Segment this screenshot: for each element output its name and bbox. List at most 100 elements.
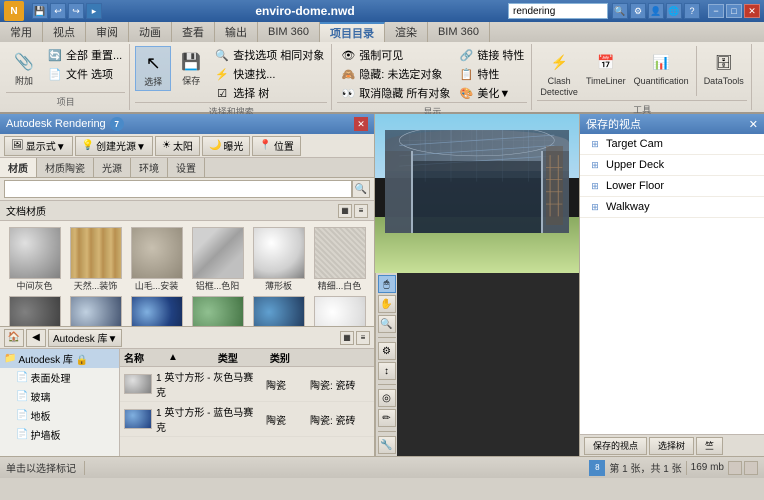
select-button[interactable]: ↖ 选择 [135,46,171,91]
qt-icon-4[interactable]: ▸ [86,3,102,19]
material-search-input[interactable] [4,180,352,198]
viewport[interactable] [375,114,579,273]
tool-select[interactable]: 🖱 [378,275,396,293]
qt-icon-1[interactable]: 💾 [32,3,48,19]
link-button[interactable]: 🔗 链接 特性 [455,46,527,64]
selection-tree-tab[interactable]: 选择树 [649,437,694,455]
minimize-button[interactable]: − [708,4,724,18]
saved-item-target-cam[interactable]: ⊞ Target Cam [580,134,764,155]
lib-list-button[interactable]: ≡ [356,331,370,345]
mat-item-0[interactable]: 中间灰色 [6,227,63,292]
mat-item-9[interactable]: 波纹...绿色 [189,296,246,326]
find-related-button[interactable]: 🔍 查找选项 相同对象 [211,46,327,64]
qt-icon-3[interactable]: ↪ [68,3,84,19]
mat-item-2[interactable]: 山毛...安装 [128,227,185,292]
properties-button[interactable]: 📋 特性 [455,65,527,83]
lib-tree-wall[interactable]: 📄 护墙板 [0,425,119,444]
search-btn[interactable]: 🔍 [612,3,628,19]
mat-item-5[interactable]: 精细...白色 [311,227,368,292]
saved-viewpoints-tab[interactable]: 保存的视点 [584,437,647,455]
exposure-button[interactable]: 🌙 曝光 [202,136,250,156]
tool-orbit[interactable]: ⚙ [378,342,396,360]
tab-environment[interactable]: 环境 [131,158,168,177]
lib-tree-autodesk[interactable]: 📁 Autodesk 库 🔒 [0,349,119,368]
lib-grid-button[interactable]: ▦ [340,331,354,345]
search-input[interactable] [508,3,608,19]
select-all-button[interactable]: ☑ 选择 树 [211,84,327,102]
mat-item-3[interactable]: 铝框...色阳 [189,227,246,292]
saved-panel-close[interactable]: ✕ [749,118,758,131]
save-select-button[interactable]: 💾 保存 [173,46,209,89]
saved-item-upper-deck[interactable]: ⊞ Upper Deck [580,155,764,176]
list-view-button[interactable]: ≡ [354,204,368,218]
tab-bim360[interactable]: BIM 360 [258,22,320,42]
mat-item-7[interactable]: 反射...白色 [67,296,124,326]
tab-shidian[interactable]: 视点 [43,22,86,42]
lib-dropdown-button[interactable]: Autodesk 库▼ [48,329,122,347]
tab-material-ceramic[interactable]: 材质陶瓷 [37,158,94,177]
tool-measure[interactable]: ◎ [378,389,396,407]
quick-find-button[interactable]: ⚡ 快速找... [211,65,327,83]
maximize-button[interactable]: □ [726,4,742,18]
tab-chakan[interactable]: 查看 [172,22,215,42]
rendering-panel-close[interactable]: ✕ [354,117,368,131]
grid-view-button[interactable]: ▦ [338,204,352,218]
tb-btn1[interactable]: ⚙ [630,3,646,19]
tab-settings[interactable]: 设置 [168,158,205,177]
datatools-button[interactable]: 🗄 DataTools [701,46,747,89]
qt-icon-2[interactable]: ↩ [50,3,66,19]
lib-home-button[interactable]: 🏠 [4,329,24,347]
location-button[interactable]: 📍 位置 [252,136,300,156]
mat-item-8[interactable]: 波状...蓝色 [128,296,185,326]
lib-tree-surface[interactable]: 📄 表面处理 [0,368,119,387]
mat-item-1[interactable]: 天然...装饰 [67,227,124,292]
mat-item-11[interactable]: 白色 [311,296,368,326]
attach-button[interactable]: 📎 附加 [6,46,42,89]
tab-shenhe[interactable]: 审阅 [86,22,129,42]
tab-bim360-2[interactable]: BIM 360 [428,22,490,42]
props-icon: 📋 [458,66,474,82]
lib-item-2[interactable]: 1 英寸方形 - 蓝色马赛克 陶瓷 陶瓷: 瓷砖 [120,402,374,437]
tab-xiangmu[interactable]: 项目目录 [320,22,385,42]
lib-tree-glass[interactable]: 📄 玻璃 [0,387,119,406]
tb-btn4[interactable]: ? [684,3,700,19]
hide-button[interactable]: 🙈 隐藏: 未选定对象 [337,65,453,83]
display-mode-button[interactable]: 🖼 显示式▼ [4,136,73,156]
material-search-button[interactable]: 🔍 [352,180,370,198]
tb-btn3[interactable]: 🌐 [666,3,682,19]
tool-redline[interactable]: ✏ [378,409,396,427]
mat-item-6[interactable]: 非标...灰色 [6,296,63,326]
quantification-button[interactable]: 📊 Quantification [631,46,692,89]
unhide-button[interactable]: 👀 取消隐藏 所有对象 [337,84,453,102]
saved-item-lower-floor[interactable]: ⊞ Lower Floor [580,176,764,197]
force-visible-button[interactable]: 👁 强制可见 [337,46,453,64]
tab-lighting[interactable]: 光源 [94,158,131,177]
saved-item-walkway[interactable]: ⊞ Walkway [580,197,764,218]
tab-changyon[interactable]: 常用 [0,22,43,42]
mat-item-4[interactable]: 薄形板 [250,227,307,292]
tb-btn2[interactable]: 👤 [648,3,664,19]
tool-walk[interactable]: ↕ [378,362,396,380]
file-options-button[interactable]: 📄 文件 选项 [44,65,125,83]
saved-viewpoints-list: ⊞ Target Cam ⊞ Upper Deck ⊞ Lower Floor … [580,134,764,434]
override-button[interactable]: 🎨 美化▼ [455,84,527,102]
display-label: 显示式▼ [26,138,66,153]
timeliner-button[interactable]: 📅 TimeLiner [583,46,629,89]
tool-pan[interactable]: ✋ [378,295,396,313]
reset-all-button[interactable]: 🔄 全部 重置... [44,46,125,64]
tool-zoom[interactable]: 🔍 [378,315,396,333]
lib-tree-floor[interactable]: 📄 地板 [0,406,119,425]
tool-section[interactable]: 🔧 [378,436,396,454]
close-button[interactable]: ✕ [744,4,760,18]
lib-item-1[interactable]: 1 英寸方形 - 灰色马赛克 陶瓷 陶瓷: 瓷砖 [120,367,374,402]
tab-shuchu[interactable]: 输出 [215,22,258,42]
tab-donghua[interactable]: 动画 [129,22,172,42]
clash-detective-button[interactable]: ⚡ ClashDetective [537,46,581,100]
mat-item-10[interactable]: 海片...米色 [250,296,307,326]
extra-tab[interactable]: 竺 [696,437,723,455]
lib-back-button[interactable]: ◀ [26,329,46,347]
tab-material[interactable]: 材质 [0,158,37,177]
sun-button[interactable]: ☀ 太阳 [155,136,200,156]
create-light-button[interactable]: 💡 创建光源▼ [75,136,153,156]
tab-xuanran[interactable]: 渲染 [385,22,428,42]
